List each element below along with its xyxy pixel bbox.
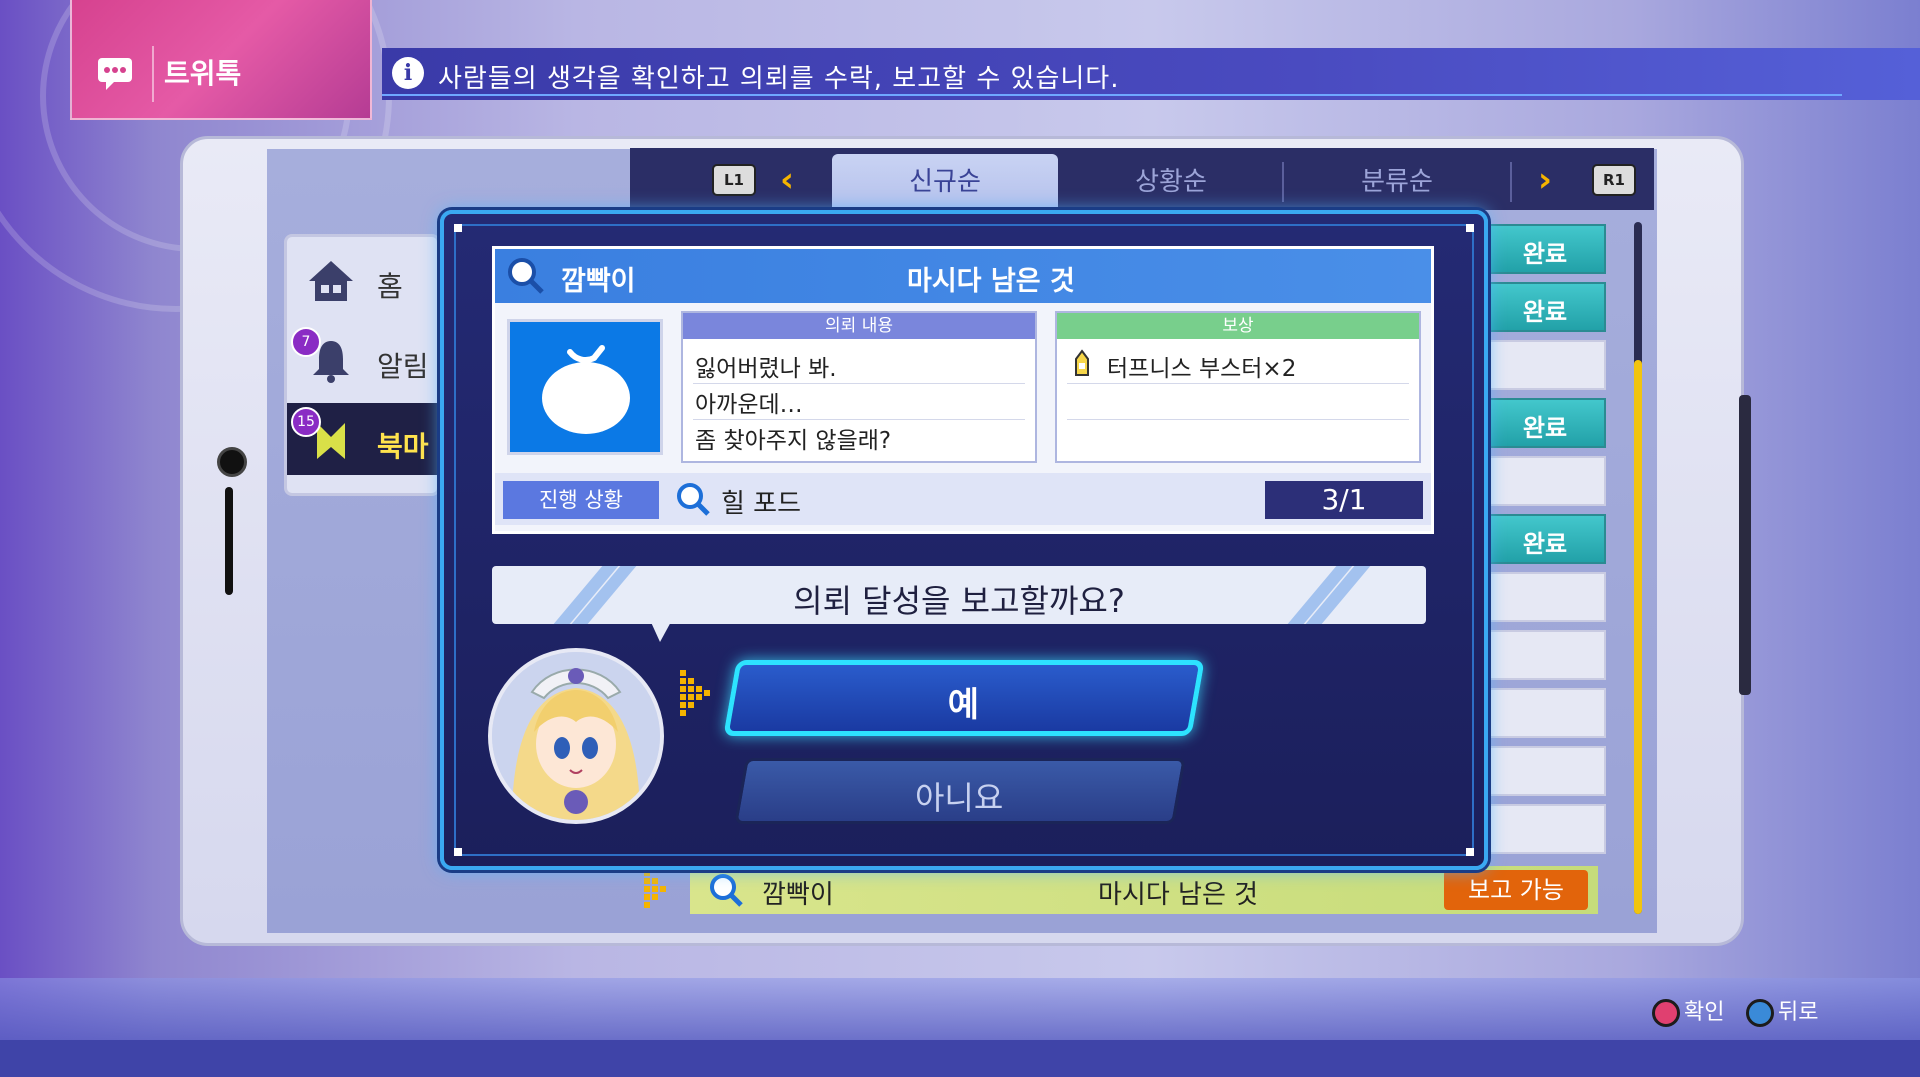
sidebar-item-home[interactable]: 홈 bbox=[287, 243, 437, 315]
yes-button-label: 예 bbox=[947, 685, 980, 725]
chevron-right-icon[interactable]: › bbox=[1538, 160, 1552, 200]
list-item-status[interactable]: 완료 bbox=[1484, 398, 1606, 448]
bottom-strip bbox=[0, 1040, 1920, 1077]
dialog-corner bbox=[454, 848, 462, 856]
sidebar-item-label: 홈 bbox=[377, 270, 403, 303]
progress-row: 진행 상황 힐 포드 3/1 bbox=[495, 473, 1431, 525]
circle-button-icon bbox=[1652, 999, 1680, 1027]
card-sender: 깜빡이 bbox=[561, 266, 636, 297]
yes-button[interactable]: 예 bbox=[723, 660, 1205, 736]
sidebar-item-label: 알림 bbox=[377, 350, 429, 383]
selection-cursor-icon bbox=[678, 666, 714, 720]
request-line: 좀 찾아주지 않을래? bbox=[695, 428, 892, 454]
back-prompt[interactable]: 뒤로 bbox=[1746, 994, 1818, 1027]
chevron-left-icon[interactable]: ‹ bbox=[780, 160, 794, 200]
tab-separator bbox=[1510, 162, 1512, 202]
magnifier-icon bbox=[708, 872, 744, 912]
progress-item: 힐 포드 bbox=[721, 489, 802, 519]
info-text: 사람들의 생각을 확인하고 의뢰를 수락, 보고할 수 있습니다. bbox=[438, 64, 1120, 94]
scrollbar-thumb[interactable] bbox=[1634, 360, 1642, 914]
phone-camera bbox=[217, 447, 247, 477]
list-item-status[interactable]: 완료 bbox=[1484, 514, 1606, 564]
info-bar: i 사람들의 생각을 확인하고 의뢰를 수락, 보고할 수 있습니다. bbox=[382, 48, 1920, 100]
request-line: 잃어버렸나 봐. bbox=[695, 356, 837, 382]
tab-status[interactable]: 상황순 bbox=[1058, 154, 1284, 210]
row-sender: 깜빡이 bbox=[762, 880, 834, 910]
no-button-label: 아니요 bbox=[914, 779, 1004, 817]
info-icon: i bbox=[392, 57, 424, 89]
divider bbox=[1067, 419, 1409, 420]
l1-button[interactable]: L1 bbox=[712, 164, 756, 196]
booster-item-icon bbox=[1071, 349, 1093, 383]
home-icon bbox=[307, 257, 355, 305]
bookmark-badge: 15 bbox=[291, 407, 321, 437]
reward-header: 보상 bbox=[1057, 313, 1419, 339]
row-cursor-arrow-icon bbox=[640, 866, 680, 914]
list-item-status[interactable] bbox=[1484, 746, 1606, 796]
character-portrait bbox=[488, 648, 664, 824]
reward-line: 터프니스 부스터×2 bbox=[1107, 356, 1297, 382]
magnifier-icon bbox=[505, 255, 545, 299]
title-separator bbox=[152, 46, 154, 102]
divider bbox=[1067, 383, 1409, 384]
sidebar-item-notifications[interactable]: 7 알림 bbox=[287, 323, 437, 395]
confirm-label: 확인 bbox=[1684, 1000, 1725, 1025]
confirm-prompt[interactable]: 확인 bbox=[1652, 994, 1724, 1027]
sidebar-item-bookmarks[interactable]: 15 북마 bbox=[287, 403, 437, 475]
info-underline bbox=[382, 94, 1842, 96]
report-available-badge: 보고 가능 bbox=[1444, 870, 1588, 910]
list-item-status[interactable]: 완료 bbox=[1484, 282, 1606, 332]
app-title-plate: 트위톡 bbox=[70, 0, 372, 120]
chat-bubble-icon bbox=[94, 52, 136, 94]
dialog-corner bbox=[454, 224, 462, 232]
dialog-corner bbox=[1466, 848, 1474, 856]
request-header: 의뢰 내용 bbox=[683, 313, 1035, 339]
request-card: 깜빡이 마시다 남은 것 의뢰 내용 잃어버렸나 봐. 아까운데… 좀 찾아주지… bbox=[492, 246, 1434, 534]
progress-label: 진행 상황 bbox=[503, 481, 659, 519]
list-item-status[interactable] bbox=[1484, 804, 1606, 854]
table-row-selected[interactable]: 깜빡이 마시다 남은 것 보고 가능 bbox=[690, 866, 1598, 914]
sidebar: 홈 7 알림 15 북마 bbox=[284, 234, 440, 496]
cross-button-icon bbox=[1746, 999, 1774, 1027]
divider bbox=[693, 419, 1025, 420]
list-item-status[interactable] bbox=[1484, 630, 1606, 680]
question-bubble: 의뢰 달성을 보고할까요? bbox=[492, 566, 1426, 624]
card-header: 깜빡이 마시다 남은 것 bbox=[495, 249, 1431, 303]
divider bbox=[693, 383, 1025, 384]
row-title: 마시다 남은 것 bbox=[1098, 880, 1259, 910]
bubble-tail bbox=[650, 620, 672, 642]
tab-newest[interactable]: 신규순 bbox=[832, 154, 1058, 210]
app-title: 트위톡 bbox=[164, 57, 242, 90]
no-button[interactable]: 아니요 bbox=[734, 758, 1186, 824]
back-label: 뒤로 bbox=[1778, 1000, 1819, 1025]
request-line: 아까운데… bbox=[695, 392, 803, 418]
request-section: 의뢰 내용 잃어버렸나 봐. 아까운데… 좀 찾아주지 않을래? bbox=[681, 311, 1037, 463]
list-item-status[interactable] bbox=[1484, 340, 1606, 390]
phone-side-button bbox=[1739, 395, 1751, 695]
list-item-status[interactable] bbox=[1484, 456, 1606, 506]
question-text: 의뢰 달성을 보고할까요? bbox=[793, 582, 1125, 620]
phone-speaker bbox=[225, 487, 233, 595]
dialog-corner bbox=[1466, 224, 1474, 232]
notification-badge: 7 bbox=[291, 327, 321, 357]
magnifier-icon bbox=[675, 481, 711, 521]
tab-category[interactable]: 분류순 bbox=[1284, 154, 1510, 210]
sender-avatar bbox=[507, 319, 663, 455]
progress-count: 3/1 bbox=[1265, 481, 1423, 519]
sort-tabs: L1 ‹ 신규순 상황순 분류순 › R1 bbox=[630, 148, 1654, 210]
r1-button[interactable]: R1 bbox=[1592, 164, 1636, 196]
list-item-status[interactable] bbox=[1484, 572, 1606, 622]
sidebar-item-label: 북마 bbox=[377, 430, 429, 463]
list-item-status[interactable]: 완료 bbox=[1484, 224, 1606, 274]
reward-section: 보상 터프니스 부스터×2 bbox=[1055, 311, 1421, 463]
list-item-status[interactable] bbox=[1484, 688, 1606, 738]
card-title: 마시다 남은 것 bbox=[907, 266, 1075, 297]
